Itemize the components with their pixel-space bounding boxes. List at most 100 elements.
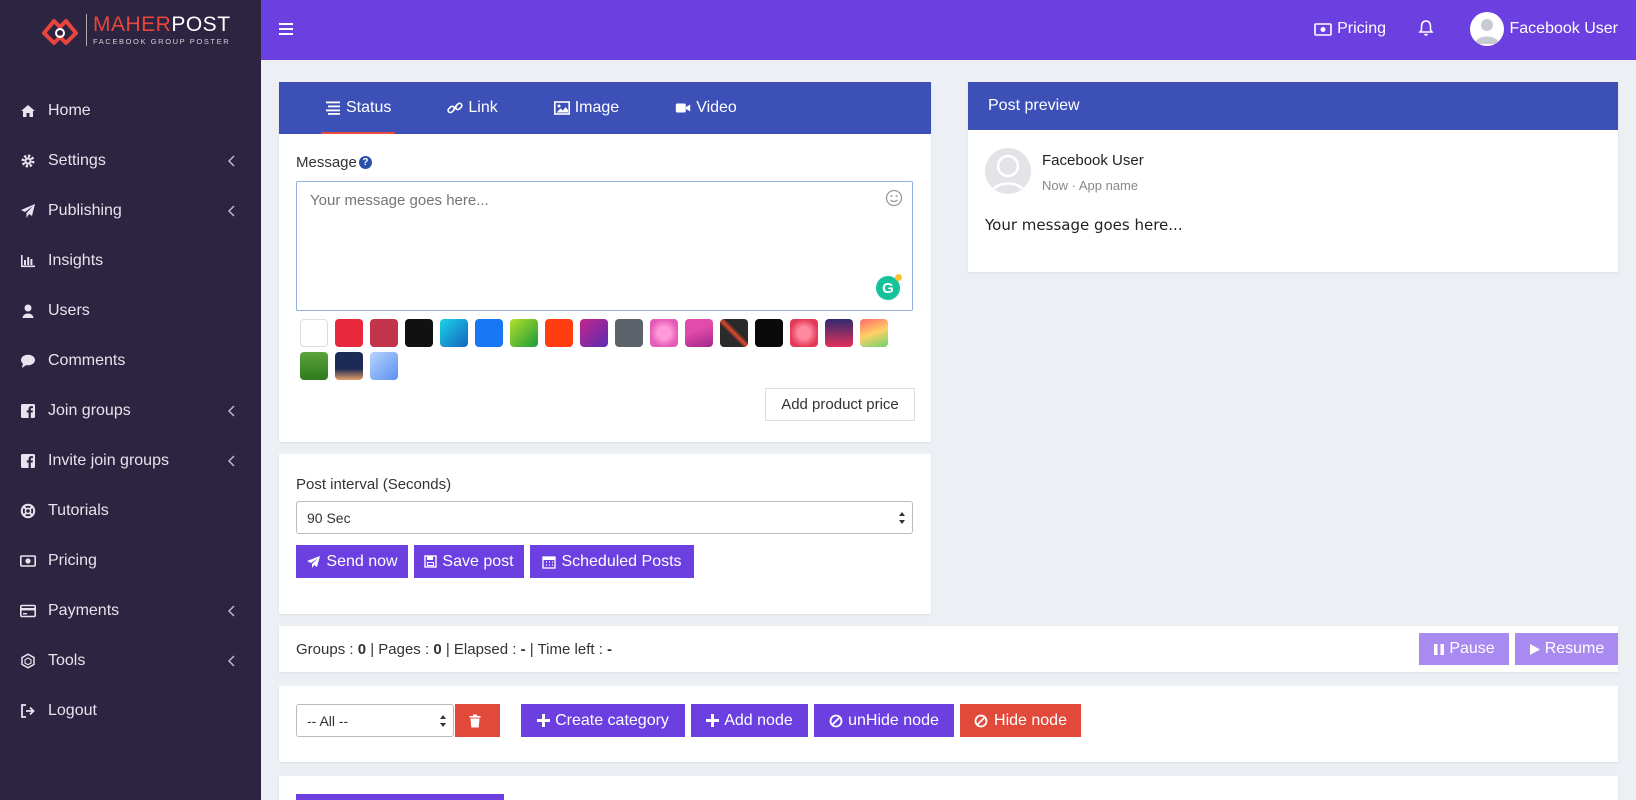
top-pricing-label: Pricing xyxy=(1337,20,1386,37)
sidebar-item-tutorials[interactable]: Tutorials xyxy=(0,486,261,536)
ban-icon xyxy=(829,714,843,727)
brand-subtitle: FACEBOOK GROUP POSTER xyxy=(93,37,231,46)
sidebar-item-label: Tutorials xyxy=(48,502,109,519)
sidebar: MAHERPOST FACEBOOK GROUP POSTER Home Sett… xyxy=(0,0,261,800)
user-name: Facebook User xyxy=(1509,20,1619,37)
bell-icon[interactable] xyxy=(1418,19,1434,42)
delete-category-button[interactable] xyxy=(455,704,500,737)
trash-icon xyxy=(469,714,480,727)
user-menu[interactable]: Facebook User xyxy=(1469,12,1619,46)
create-category-button[interactable]: Create category xyxy=(521,704,685,737)
background-swatch[interactable] xyxy=(720,319,748,347)
calendar-icon xyxy=(542,555,557,569)
background-swatch[interactable] xyxy=(860,319,888,347)
menu-toggle-icon[interactable] xyxy=(279,22,295,36)
background-swatch[interactable] xyxy=(370,319,398,347)
resume-button[interactable]: Resume xyxy=(1515,633,1618,665)
sidebar-item-pricing[interactable]: Pricing xyxy=(0,536,261,586)
hide-node-button[interactable]: Hide node xyxy=(960,704,1081,737)
sidebar-item-insights[interactable]: Insights xyxy=(0,236,261,286)
background-swatch[interactable] xyxy=(685,319,713,347)
background-swatch[interactable] xyxy=(370,352,398,380)
floppy-icon xyxy=(424,555,438,568)
chevron-left-icon xyxy=(225,454,239,468)
tab-label: Video xyxy=(696,99,737,116)
scheduled-posts-button[interactable]: Scheduled Posts xyxy=(530,545,694,578)
background-swatch[interactable] xyxy=(335,352,363,380)
plus-icon xyxy=(537,714,551,727)
background-swatches xyxy=(300,319,900,385)
sidebar-item-label: Payments xyxy=(48,602,120,619)
tab-label: Image xyxy=(574,99,620,116)
plus-icon xyxy=(706,714,720,727)
tab-label: Link xyxy=(468,99,498,116)
background-swatch[interactable] xyxy=(335,319,363,347)
message-input[interactable] xyxy=(296,181,913,311)
grammarly-icon[interactable]: G xyxy=(876,274,902,300)
background-swatch[interactable] xyxy=(405,319,433,347)
background-swatch[interactable] xyxy=(300,319,328,347)
add-node-button[interactable]: Add node xyxy=(691,704,808,737)
ban-icon xyxy=(974,714,988,727)
pause-button[interactable]: Pause xyxy=(1419,633,1509,665)
category-select[interactable]: -- All -- xyxy=(296,704,454,737)
tab-link[interactable]: Link xyxy=(447,82,498,134)
tab-label: Status xyxy=(346,99,392,116)
background-swatch[interactable] xyxy=(650,319,678,347)
top-pricing-link[interactable]: Pricing xyxy=(1314,20,1386,38)
sidebar-item-label: Home xyxy=(48,102,91,119)
tab-image[interactable]: Image xyxy=(553,82,620,134)
unhide-node-button[interactable]: unHide node xyxy=(814,704,954,737)
sign-out-icon xyxy=(20,703,36,719)
logo-icon xyxy=(40,13,80,47)
brand-logo[interactable]: MAHERPOST FACEBOOK GROUP POSTER xyxy=(0,0,261,60)
post-preview-card: Post preview Facebook User Now · App nam… xyxy=(968,82,1618,272)
interval-card: Post interval (Seconds) 90 Sec Send now … xyxy=(279,454,931,614)
background-swatch[interactable] xyxy=(825,319,853,347)
chevron-left-icon xyxy=(225,404,239,418)
sidebar-item-logout[interactable]: Logout xyxy=(0,686,261,736)
sidebar-item-join-groups[interactable]: Join groups xyxy=(0,386,261,436)
preview-user-name: Facebook User xyxy=(1042,152,1144,169)
sidebar-item-users[interactable]: Users xyxy=(0,286,261,336)
background-swatch[interactable] xyxy=(755,319,783,347)
user-icon xyxy=(20,303,36,319)
background-swatch[interactable] xyxy=(615,319,643,347)
save-post-button[interactable]: Save post xyxy=(414,545,524,578)
sidebar-item-invite-join-groups[interactable]: Invite join groups xyxy=(0,436,261,486)
sidebar-item-publishing[interactable]: Publishing xyxy=(0,186,261,236)
image-icon xyxy=(553,101,570,115)
send-now-button[interactable]: Send now xyxy=(296,545,408,578)
background-swatch[interactable] xyxy=(580,319,608,347)
sidebar-item-settings[interactable]: Settings xyxy=(0,136,261,186)
post-preview-title: Post preview xyxy=(968,82,1618,130)
emoji-icon[interactable] xyxy=(885,189,903,212)
avatar xyxy=(1469,12,1504,46)
link-icon xyxy=(447,102,463,114)
hexagon-icon xyxy=(20,653,36,669)
message-label: Message xyxy=(296,154,357,171)
select-arrows-icon xyxy=(899,512,905,524)
credit-card-icon xyxy=(20,603,36,619)
background-swatch[interactable] xyxy=(790,319,818,347)
background-swatch[interactable] xyxy=(440,319,468,347)
sidebar-item-comments[interactable]: Comments xyxy=(0,336,261,386)
add-product-price-button[interactable]: Add product price xyxy=(765,388,915,421)
tab-video[interactable]: Video xyxy=(675,82,737,134)
composer-tabs: Status Link Image Video xyxy=(279,82,931,134)
background-swatch[interactable] xyxy=(545,319,573,347)
bottom-action-button[interactable] xyxy=(296,794,504,800)
preview-message: Your message goes here... xyxy=(985,216,1183,234)
sidebar-item-payments[interactable]: Payments xyxy=(0,586,261,636)
tab-status[interactable]: Status xyxy=(320,82,396,134)
money-icon xyxy=(20,553,36,569)
sidebar-item-label: Join groups xyxy=(48,402,131,419)
sidebar-item-label: Comments xyxy=(48,352,126,369)
background-swatch[interactable] xyxy=(510,319,538,347)
help-icon[interactable]: ? xyxy=(358,156,372,169)
post-interval-select[interactable]: 90 Sec xyxy=(296,501,913,534)
background-swatch[interactable] xyxy=(300,352,328,380)
sidebar-item-tools[interactable]: Tools xyxy=(0,636,261,686)
sidebar-item-home[interactable]: Home xyxy=(0,86,261,136)
background-swatch[interactable] xyxy=(475,319,503,347)
